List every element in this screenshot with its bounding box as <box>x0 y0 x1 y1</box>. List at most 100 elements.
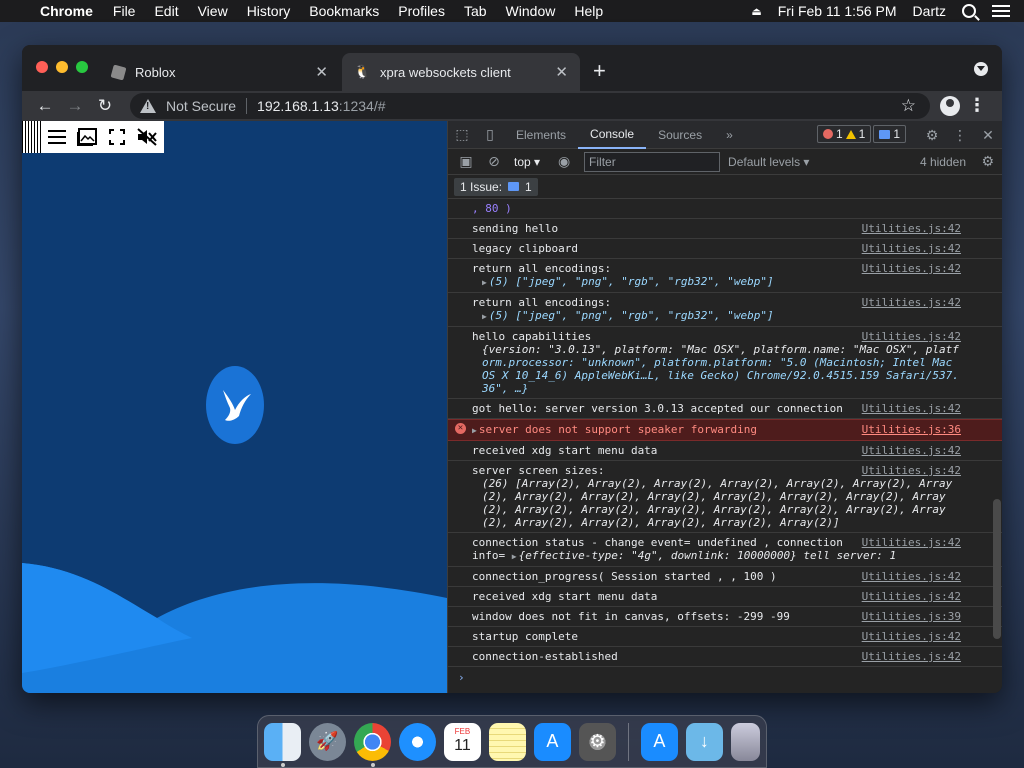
source-link[interactable]: Utilities.js:39 <box>862 610 961 623</box>
fullscreen-button[interactable] <box>102 121 132 153</box>
tab-search-icon[interactable] <box>974 62 988 76</box>
menu-user[interactable]: Dartz <box>913 3 946 19</box>
log-row: startup complete Utilities.js:42 <box>448 627 1002 647</box>
messages-badge[interactable]: 1 <box>873 125 906 143</box>
menu-file[interactable]: File <box>113 3 136 19</box>
menu-app-chrome[interactable]: Chrome <box>40 3 93 19</box>
sound-toggle-button[interactable] <box>132 121 162 153</box>
notes-icon[interactable] <box>488 722 526 761</box>
device-toolbar-icon[interactable]: ▯ <box>476 126 504 143</box>
xpra-canvas[interactable] <box>22 121 447 693</box>
tab-sources[interactable]: Sources <box>646 121 714 149</box>
log-value: {version: "3.0.13", platform: "Mac OSX",… <box>482 343 959 356</box>
downloads-folder-icon[interactable]: ↓ <box>685 722 723 761</box>
source-link[interactable]: Utilities.js:42 <box>862 222 961 235</box>
drag-handle[interactable] <box>22 121 42 153</box>
menu-profiles[interactable]: Profiles <box>398 3 445 19</box>
spotlight-search-icon[interactable] <box>962 4 976 18</box>
expand-triangle-icon[interactable]: ▶ <box>512 552 517 561</box>
source-link[interactable]: Utilities.js:42 <box>862 570 961 583</box>
error-warning-badge[interactable]: 1 1 <box>816 125 872 143</box>
menu-bookmarks[interactable]: Bookmarks <box>309 3 379 19</box>
console-settings-gear-icon[interactable]: ⚙ <box>981 153 994 170</box>
close-window-button[interactable] <box>36 61 48 73</box>
console-log[interactable]: , 80 ) sending hello Utilities.js:42 lega… <box>448 199 1002 693</box>
expandable-object[interactable]: {version: "3.0.13", platform: "Mac OSX",… <box>472 343 963 395</box>
source-link[interactable]: Utilities.js:42 <box>862 650 961 663</box>
trash-icon[interactable] <box>730 722 761 761</box>
tab-xpra[interactable]: 🐧 xpra websockets client ✕ <box>342 53 580 91</box>
source-link[interactable]: Utilities.js:42 <box>862 402 961 415</box>
devtools-menu-icon[interactable]: ⋮ <box>946 127 974 144</box>
chrome-menu-icon[interactable]: ⋮ <box>968 95 986 116</box>
expand-triangle-icon[interactable]: ▶ <box>482 312 487 321</box>
profile-avatar-icon[interactable] <box>940 96 960 116</box>
tab-title: xpra websockets client <box>380 64 511 80</box>
finder-icon[interactable] <box>264 722 301 767</box>
expand-triangle-icon[interactable]: ▶ <box>472 426 477 435</box>
menu-tab[interactable]: Tab <box>464 3 487 19</box>
console-prompt[interactable]: › <box>448 667 1002 688</box>
zoom-window-button[interactable] <box>76 61 88 73</box>
clear-console-icon[interactable]: ⊘ <box>480 153 508 170</box>
close-tab-icon[interactable]: ✕ <box>315 63 328 81</box>
source-link[interactable]: Utilities.js:42 <box>862 296 961 309</box>
system-preferences-icon[interactable]: ⚙ <box>578 722 616 761</box>
source-link[interactable]: Utilities.js:42 <box>862 242 961 255</box>
source-link[interactable]: Utilities.js:42 <box>862 590 961 603</box>
live-expression-eye-icon[interactable]: ◉ <box>550 153 578 170</box>
close-devtools-icon[interactable]: ✕ <box>974 127 1002 144</box>
source-link[interactable]: Utilities.js:42 <box>862 330 961 343</box>
control-center-icon[interactable] <box>992 5 1010 17</box>
menu-help[interactable]: Help <box>574 3 603 19</box>
source-link[interactable]: Utilities.js:36 <box>862 423 961 436</box>
expandable-object[interactable]: ▶ (5) ["jpeg", "png", "rgb", "rgb32", "we… <box>472 309 963 323</box>
filter-input[interactable] <box>584 151 721 172</box>
launchpad-icon[interactable]: 🚀 <box>308 722 346 761</box>
address-bar[interactable]: Not Secure 192.168.1.13 :1234/# <box>130 93 930 119</box>
menu-button[interactable] <box>42 121 72 153</box>
minimize-window-button[interactable] <box>56 61 68 73</box>
menu-clock[interactable]: Fri Feb 11 1:56 PM <box>778 3 897 19</box>
app-store-download-icon[interactable]: A <box>640 722 678 761</box>
settings-gear-icon[interactable]: ⚙ <box>918 127 946 144</box>
menu-window[interactable]: Window <box>506 3 556 19</box>
log-levels-dropdown[interactable]: Default levels ▾ <box>728 155 809 169</box>
safari-icon[interactable] <box>398 722 436 761</box>
source-link[interactable]: Utilities.js:42 <box>862 262 961 275</box>
source-link[interactable]: Utilities.js:42 <box>862 444 961 457</box>
menu-view[interactable]: View <box>198 3 228 19</box>
eject-icon[interactable]: ⏏ <box>751 5 761 18</box>
new-tab-button[interactable]: + <box>593 58 606 84</box>
more-tabs-chevron-icon[interactable]: » <box>714 121 745 149</box>
tab-roblox[interactable]: Roblox ✕ <box>100 53 340 91</box>
menu-history[interactable]: History <box>247 3 291 19</box>
source-link[interactable]: Utilities.js:42 <box>862 630 961 643</box>
log-row: received xdg start menu data Utilities.js… <box>448 587 1002 607</box>
issues-button[interactable]: 1 Issue: 1 <box>454 177 538 196</box>
sidebar-toggle-icon[interactable]: ▣ <box>452 153 480 170</box>
forward-button[interactable]: → <box>60 96 90 116</box>
app-store-icon[interactable]: A <box>533 722 571 761</box>
warning-icon[interactable] <box>140 99 156 113</box>
back-button[interactable]: ← <box>30 96 60 116</box>
chrome-icon[interactable] <box>353 722 391 767</box>
context-selector[interactable]: top ▾ <box>514 155 540 169</box>
calendar-icon[interactable]: FEB 11 <box>443 722 481 761</box>
console-scrollbar[interactable] <box>993 499 1001 639</box>
expandable-object[interactable]: ▶ (5) ["jpeg", "png", "rgb", "rgb32", "we… <box>472 275 963 289</box>
source-link[interactable]: Utilities.js:42 <box>862 536 961 549</box>
inspect-element-icon[interactable]: ⬚ <box>448 126 476 143</box>
message-icon <box>879 129 891 139</box>
security-label[interactable]: Not Secure <box>166 98 236 114</box>
menu-edit[interactable]: Edit <box>154 3 178 19</box>
expand-triangle-icon[interactable]: ▶ <box>482 278 487 287</box>
reload-button[interactable]: ↻ <box>90 96 120 116</box>
tab-console[interactable]: Console <box>578 121 647 149</box>
source-link[interactable]: Utilities.js:42 <box>862 464 961 477</box>
tab-elements[interactable]: Elements <box>504 121 578 149</box>
bookmark-star-icon[interactable]: ☆ <box>901 96 916 116</box>
expandable-object[interactable]: (26) [Array(2), Array(2), Array(2), Arra… <box>472 477 963 529</box>
windows-button[interactable] <box>72 121 102 153</box>
close-tab-icon[interactable]: ✕ <box>555 63 568 81</box>
